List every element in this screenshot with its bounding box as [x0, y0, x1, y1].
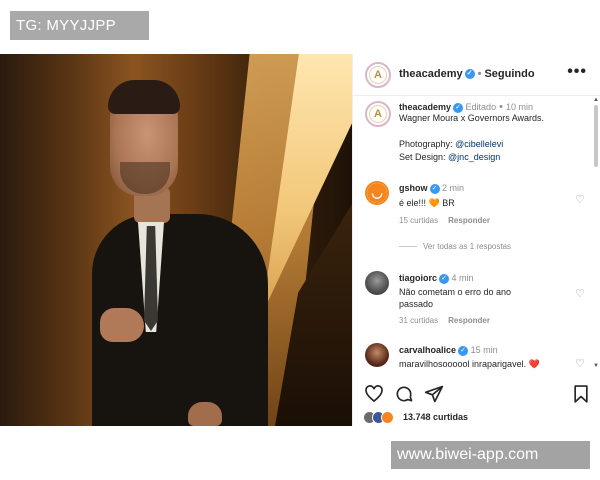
- set-design-label: Set Design:: [399, 152, 446, 162]
- caption-header: theacademy ✓ Editado • 10 min: [399, 101, 533, 113]
- scrollbar-thumb[interactable]: [594, 105, 598, 167]
- comment-text-line-2: passado: [399, 299, 434, 309]
- heart-outline-icon[interactable]: ♡: [575, 193, 585, 206]
- photo-figure-hand: [100, 308, 144, 342]
- scroll-up-arrow-icon[interactable]: ▲: [593, 97, 599, 103]
- separator-dot: •: [477, 68, 482, 80]
- post-side-panel: A theacademy ✓ • Seguindo ••• A theacademy ✓…: [352, 54, 600, 426]
- post-action-bar: [353, 382, 600, 406]
- page: TG: MYYJJPP A theacademy ✓ • Seguindo •••: [0, 0, 600, 480]
- reply-button[interactable]: Responder: [448, 316, 490, 325]
- gshow-avatar[interactable]: ◡: [365, 181, 389, 205]
- oscar-logo-icon: A: [369, 105, 387, 123]
- caption-academy-avatar[interactable]: A: [365, 101, 391, 127]
- instagram-post: A theacademy ✓ • Seguindo ••• A theacademy ✓…: [0, 54, 600, 426]
- comment-meta: 31 curtidas Responder: [399, 316, 490, 325]
- comment-text: é ele!!! 🧡 BR: [399, 198, 455, 208]
- photo-figure-hair: [108, 80, 180, 114]
- comment-username[interactable]: carvalhoalice: [399, 345, 456, 355]
- photography-label: Photography:: [399, 139, 453, 149]
- share-paper-plane-icon[interactable]: [424, 384, 444, 404]
- watermark-bottom: www.biwei-app.com: [391, 441, 590, 469]
- verified-badge-icon: ✓: [439, 273, 450, 284]
- comment-header: tiagoiorc ✓ 4 min: [399, 273, 474, 284]
- reply-button[interactable]: Responder: [448, 216, 490, 225]
- view-replies-label: Ver todas as 1 respostas: [423, 242, 512, 251]
- save-bookmark-icon[interactable]: [571, 384, 591, 404]
- view-replies-button[interactable]: Ver todas as 1 respostas: [399, 242, 511, 251]
- watermark-top: TG: MYYJJPP: [10, 11, 149, 40]
- gshow-logo-icon: ◡: [367, 183, 387, 203]
- comment-header: gshow ✓ 2 min: [399, 183, 464, 194]
- set-design-handle-link[interactable]: @jnc_design: [448, 152, 500, 162]
- academy-avatar[interactable]: A: [365, 62, 391, 88]
- comment-username[interactable]: tiagoiorc: [399, 273, 437, 283]
- likes-row: 13.748 curtidas: [363, 410, 599, 426]
- comment-time: 2 min: [442, 183, 465, 193]
- comment-text: maravilhosoooool inraparigavel. ❤️: [399, 359, 540, 369]
- scroll-down-arrow-icon[interactable]: ▼: [593, 363, 599, 369]
- caption-edited: Editado: [465, 102, 497, 112]
- post-header: A theacademy ✓ • Seguindo •••: [353, 54, 600, 96]
- header-username[interactable]: theacademy: [399, 68, 463, 80]
- comment-meta: 15 curtidas Responder: [399, 216, 490, 225]
- photo-figure-hand-lower: [188, 402, 222, 426]
- comment-bubble-icon[interactable]: [394, 384, 414, 404]
- comment-item: carvalhoalice ✓ 15 min maravilhosoooool i…: [353, 343, 593, 369]
- caption-set-design: Set Design: @jnc_design: [399, 152, 500, 162]
- carvalhoalice-avatar[interactable]: [365, 343, 389, 367]
- comment-time: 15 min: [470, 345, 498, 355]
- comment-header: carvalhoalice ✓ 15 min: [399, 345, 498, 356]
- photography-handle-link[interactable]: @cibellelevi: [455, 139, 503, 149]
- caption-photography: Photography: @cibellelevi: [399, 139, 503, 149]
- comments-scrollbar[interactable]: ▲ ▼: [593, 97, 599, 369]
- comment-item: tiagoiorc ✓ 4 min Não cometam o erro do a…: [353, 271, 593, 335]
- liker-avatar: [381, 411, 394, 424]
- heart-outline-icon[interactable]: ♡: [575, 357, 585, 369]
- verified-badge-icon: ✓: [429, 183, 440, 194]
- tiagoiorc-avatar[interactable]: [365, 271, 389, 295]
- comment-text-line-1: Não cometam o erro do ano: [399, 287, 512, 297]
- comment-likes[interactable]: 31 curtidas: [399, 316, 438, 325]
- following-button[interactable]: Seguindo: [484, 68, 534, 80]
- verified-badge-icon: ✓: [464, 69, 475, 80]
- caption-text: Wagner Moura x Governors Awards.: [399, 113, 545, 123]
- oscar-logo-icon: A: [369, 66, 387, 84]
- post-photo[interactable]: [0, 54, 352, 426]
- verified-badge-icon: ✓: [453, 102, 464, 113]
- comment-username[interactable]: gshow: [399, 183, 428, 193]
- caption-username[interactable]: theacademy: [399, 102, 451, 112]
- comments-scroll-area[interactable]: A theacademy ✓ Editado • 10 min Wagner Mour…: [353, 97, 593, 369]
- more-dots-icon[interactable]: •••: [567, 63, 587, 81]
- separator-dot: •: [499, 101, 503, 113]
- replies-dash: [399, 246, 417, 248]
- caption-time: 10 min: [505, 102, 533, 112]
- heart-outline-icon[interactable]: ♡: [575, 287, 585, 300]
- comment-likes[interactable]: 15 curtidas: [399, 216, 438, 225]
- post-caption: A theacademy ✓ Editado • 10 min Wagner Mour…: [353, 97, 593, 181]
- comment-item: ◡ gshow ✓ 2 min é ele!!! 🧡 BR 15 curtidas…: [353, 181, 593, 271]
- comment-time: 4 min: [451, 273, 474, 283]
- header-user-line: theacademy ✓ • Seguindo: [399, 68, 535, 80]
- like-heart-icon[interactable]: [364, 384, 384, 404]
- likes-count[interactable]: 13.748 curtidas: [403, 412, 468, 422]
- verified-badge-icon: ✓: [458, 345, 469, 356]
